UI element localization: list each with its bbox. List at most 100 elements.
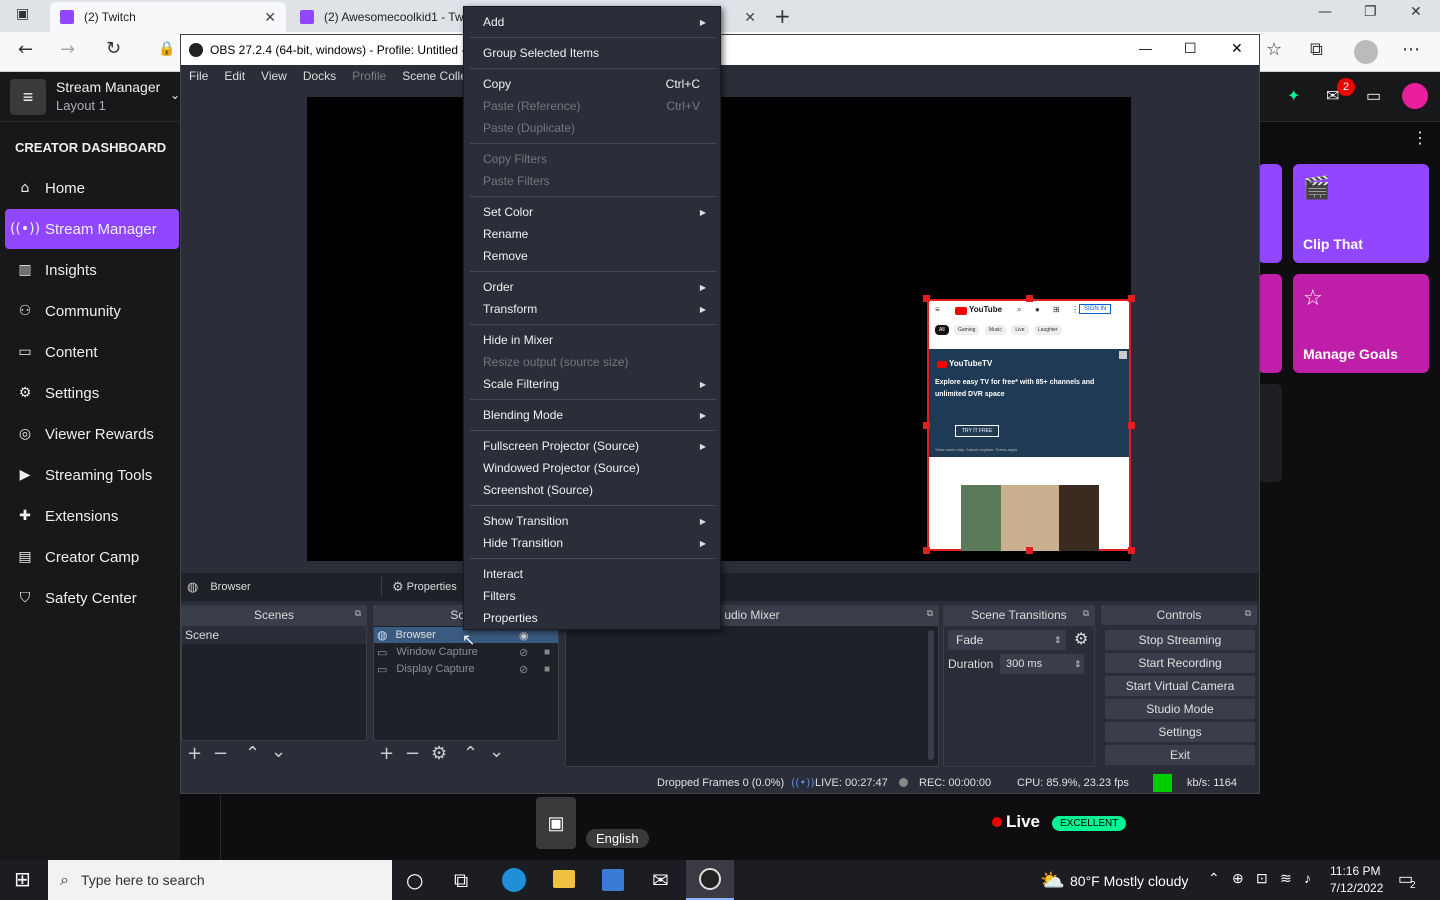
eye-icon[interactable]: ◉ <box>519 629 529 642</box>
minimize-icon[interactable]: — <box>1318 4 1332 20</box>
sidebar-item-home[interactable]: ⌂ Home <box>5 168 179 208</box>
more-icon[interactable]: ⋯ <box>1402 39 1420 60</box>
transform-handle[interactable] <box>1128 422 1135 429</box>
whispers-icon[interactable]: ▭ <box>1366 86 1381 106</box>
transform-handle[interactable] <box>1026 547 1033 554</box>
browser-source-preview[interactable]: ≡ YouTube ⌕ ● ⊞ ⋮ SIGN IN All Gaming Mus… <box>927 299 1131 551</box>
stream-thumbnail-icon[interactable]: ▣ <box>536 797 576 849</box>
move-up-icon[interactable]: ⌃ <box>463 743 478 764</box>
wifi-icon[interactable]: ≋ <box>1280 870 1292 887</box>
tab-twitch[interactable]: (2) Twitch ✕ <box>50 2 286 32</box>
menu-item-properties[interactable]: Properties <box>464 607 720 629</box>
close-window-icon[interactable]: ✕ <box>1410 4 1422 20</box>
exit-button[interactable]: Exit <box>1105 745 1255 765</box>
sidebar-item-creator-camp[interactable]: ▤ Creator Camp <box>5 537 179 577</box>
close-icon[interactable]: ✕ <box>264 9 276 26</box>
quick-action-partial[interactable] <box>1258 164 1282 263</box>
taskbar-search-box[interactable]: ⌕ Type here to search <box>48 860 392 900</box>
menu-view[interactable]: View <box>253 69 295 83</box>
menu-item-filters[interactable]: Filters <box>464 585 720 607</box>
edge-icon[interactable] <box>502 868 526 892</box>
remove-icon[interactable]: − <box>213 743 228 764</box>
menu-item-screenshot[interactable]: Screenshot (Source) <box>464 479 720 501</box>
task-view-icon[interactable]: ⧉ <box>454 868 468 892</box>
language-tag[interactable]: English <box>586 829 649 848</box>
sidebar-item-settings[interactable]: ⚙ Settings <box>5 373 179 413</box>
stop-streaming-button[interactable]: Stop Streaming <box>1105 630 1255 650</box>
chevron-up-icon[interactable]: ⌃ <box>1208 870 1220 887</box>
menu-item-copy[interactable]: Copy Ctrl+C <box>464 73 720 95</box>
menu-item-transform[interactable]: Transform ▶ <box>464 298 720 320</box>
menu-item-group-selected[interactable]: Group Selected Items <box>464 42 720 64</box>
menu-edit[interactable]: Edit <box>216 69 253 83</box>
duration-spinbox[interactable]: 300 ms ⇕ <box>1000 654 1084 674</box>
sidebar-item-stream-manager[interactable]: ((•)) Stream Manager <box>5 209 179 249</box>
restore-icon[interactable]: ❐ <box>1364 4 1377 20</box>
forward-icon[interactable]: → <box>60 39 75 60</box>
obs-taskbar-button[interactable] <box>686 860 734 900</box>
gear-icon[interactable]: ⚙ <box>1074 629 1088 648</box>
menu-file[interactable]: File <box>181 69 216 83</box>
float-dock-icon[interactable]: ⧉ <box>355 608 361 619</box>
eye-hidden-icon[interactable]: ⊘ <box>519 646 528 659</box>
settings-button[interactable]: Settings <box>1105 722 1255 742</box>
sidebar-item-content[interactable]: ▭ Content <box>5 332 179 372</box>
float-dock-icon[interactable]: ⧉ <box>927 608 933 619</box>
maximize-icon[interactable]: ☐ <box>1184 40 1197 57</box>
network-icon[interactable]: ⊡ <box>1256 870 1268 887</box>
chevron-down-icon[interactable]: ⌄ <box>170 88 180 102</box>
collections-icon[interactable]: ⧉ <box>1310 39 1323 60</box>
updown-icon[interactable]: ⇕ <box>1074 659 1082 670</box>
menu-docks[interactable]: Docks <box>295 69 344 83</box>
menu-item-show-transition[interactable]: Show Transition ▶ <box>464 510 720 532</box>
store-icon[interactable] <box>602 869 624 891</box>
tab-actions-icon[interactable]: ▣ <box>16 6 29 22</box>
transform-handle[interactable] <box>1026 295 1033 302</box>
transform-handle[interactable] <box>1128 547 1135 554</box>
crown-icon[interactable]: ✦ <box>1287 86 1300 106</box>
menu-item-order[interactable]: Order ▶ <box>464 276 720 298</box>
move-up-icon[interactable]: ⌃ <box>245 743 260 764</box>
tray-app-icon[interactable]: ⊕ <box>1232 870 1244 887</box>
manage-goals-button[interactable]: ☆ Manage Goals <box>1293 274 1429 373</box>
float-dock-icon[interactable]: ⧉ <box>1245 608 1251 619</box>
close-icon[interactable]: ✕ <box>744 9 756 26</box>
cortana-icon[interactable]: ○ <box>406 868 423 892</box>
remove-icon[interactable]: − <box>405 743 420 764</box>
add-icon[interactable]: + <box>379 743 394 764</box>
lock-icon[interactable]: ■ <box>544 664 550 675</box>
menu-item-rename[interactable]: Rename <box>464 223 720 245</box>
transform-handle[interactable] <box>923 422 930 429</box>
sidebar-item-safety-center[interactable]: ⛉ Safety Center <box>5 578 179 618</box>
add-icon[interactable]: + <box>187 743 202 764</box>
file-explorer-icon[interactable] <box>553 870 575 888</box>
lock-icon[interactable]: ■ <box>544 647 550 658</box>
menu-item-set-color[interactable]: Set Color ▶ <box>464 201 720 223</box>
gear-icon[interactable]: ⚙ <box>431 743 447 764</box>
move-down-icon[interactable]: ⌄ <box>271 741 286 762</box>
minimize-icon[interactable]: — <box>1139 41 1152 56</box>
volume-icon[interactable]: ♪ <box>1304 870 1311 886</box>
sidebar-item-insights[interactable]: ▥ Insights <box>5 250 179 290</box>
transform-handle[interactable] <box>923 547 930 554</box>
menu-item-add[interactable]: Add ▶ <box>464 11 720 33</box>
more-options-icon[interactable]: ⋮ <box>1412 128 1428 148</box>
menu-icon[interactable]: ≡ <box>10 79 46 115</box>
transform-handle[interactable] <box>923 295 930 302</box>
clip-that-button[interactable]: 🎬 Clip That <box>1293 164 1429 263</box>
move-down-icon[interactable]: ⌄ <box>489 741 504 762</box>
sidebar-item-viewer-rewards[interactable]: ◎ Viewer Rewards <box>5 414 179 454</box>
menu-item-windowed-projector[interactable]: Windowed Projector (Source) <box>464 457 720 479</box>
studio-mode-button[interactable]: Studio Mode <box>1105 699 1255 719</box>
mail-icon[interactable]: ✉ <box>652 868 669 892</box>
list-item[interactable]: Scene <box>182 626 366 644</box>
scrollbar[interactable] <box>928 630 934 760</box>
menu-item-hide-in-mixer[interactable]: Hide in Mixer <box>464 329 720 351</box>
transition-select[interactable]: Fade ⇕ <box>948 630 1066 650</box>
weather-text[interactable]: 80°F Mostly cloudy <box>1070 873 1188 889</box>
menu-item-interact[interactable]: Interact <box>464 563 720 585</box>
menu-item-fullscreen-projector[interactable]: Fullscreen Projector (Source) ▶ <box>464 435 720 457</box>
menu-item-blending-mode[interactable]: Blending Mode ▶ <box>464 404 720 426</box>
start-virtual-camera-button[interactable]: Start Virtual Camera <box>1105 676 1255 696</box>
list-item[interactable]: ▭ Display Capture ⊘ ■ <box>374 661 558 677</box>
